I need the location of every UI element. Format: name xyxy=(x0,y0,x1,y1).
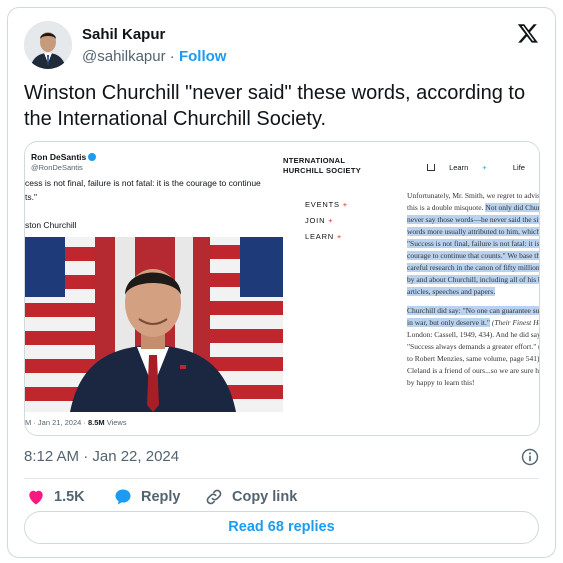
author-handle[interactable]: @sahilkapur xyxy=(82,48,166,65)
ics-text-line: careful research in the canon of fifty m… xyxy=(407,262,539,274)
ics-text-line: this is a double misquote. Not only did … xyxy=(407,202,539,214)
ics-menu-label: JOIN xyxy=(305,216,326,225)
ics-paragraph: Churchill did say: "No one can guarantee… xyxy=(407,305,540,389)
ics-text-line: articles, speeches and papers. xyxy=(407,286,539,298)
ics-text-line: words more usually attributed to him, wh… xyxy=(407,226,539,238)
quoted-attribution: ston Churchill xyxy=(25,220,77,230)
ics-text-line: Churchill did say: "No one can guarantee… xyxy=(407,305,539,317)
highlighted-text: Not only did Church xyxy=(485,203,539,212)
ics-nav-label: Learn xyxy=(449,163,469,172)
separator-dot: · xyxy=(169,48,175,65)
ics-title-line: HURCHILL SOCIETY xyxy=(283,166,361,175)
ics-text-line: courage to continue that counts." We bas… xyxy=(407,250,539,262)
ics-text-line: never say those words—he never said the … xyxy=(407,214,539,226)
quoted-author-handle: @RonDeSantis xyxy=(31,163,83,172)
plus-icon: + xyxy=(328,216,334,225)
author-name[interactable]: Sahil Kapur xyxy=(82,26,165,43)
highlighted-text: words more usually attributed to him, wh… xyxy=(407,227,539,236)
desantis-photo xyxy=(25,237,283,412)
read-replies-button[interactable]: Read 68 replies xyxy=(24,511,539,544)
ics-text-line: "Success always demands a greater effort… xyxy=(407,342,540,351)
link-icon xyxy=(206,489,222,505)
ics-menu-label: LEARN xyxy=(305,232,335,241)
highlighted-text: by and about Churchill, including all of… xyxy=(407,275,539,284)
x-logo-icon[interactable] xyxy=(517,22,539,44)
ics-text-line: "Success is not final, failure is not fa… xyxy=(407,238,539,250)
quoted-tweet-screenshot: Ron DeSantis @RonDeSantis cess is not fi… xyxy=(25,142,283,435)
quoted-tweet-date: M · Jan 21, 2024 · xyxy=(25,418,88,427)
plus-icon: + xyxy=(482,163,487,172)
ics-nav-label: Life xyxy=(512,163,525,172)
verified-badge-icon xyxy=(88,153,97,161)
follow-button[interactable]: Follow xyxy=(179,48,227,65)
plus-icon: + xyxy=(342,200,348,209)
ics-text-line: Unfortunately, Mr. Smith, we regret to a… xyxy=(407,191,540,200)
ics-text-line: in war, but only deserve it." (Their Fin… xyxy=(407,318,539,327)
author-handle-line: @sahilkapur · Follow xyxy=(82,48,226,65)
ics-menu-item: JOIN + xyxy=(305,216,333,225)
plus-icon: + xyxy=(539,163,540,172)
divider xyxy=(24,478,539,479)
quoted-tweet-meta: M · Jan 21, 2024 · 8.5M Views xyxy=(25,418,127,427)
tweet-text: Winston Churchill "never said" these wor… xyxy=(24,82,526,130)
reply-button[interactable]: Reply xyxy=(113,482,181,512)
highlighted-text: careful research in the canon of fifty m… xyxy=(407,263,539,272)
ics-text-line: by happy to learn this! xyxy=(407,378,475,387)
reply-label: Reply xyxy=(141,489,181,505)
ics-text-line: by and about Churchill, including all of… xyxy=(407,274,539,286)
like-count: 1.5K xyxy=(54,489,85,505)
ics-nav-item: Life + xyxy=(512,163,540,172)
ics-text-line: London: Cassell, 1949, 434). And he did … xyxy=(407,330,540,339)
quoted-tweet-views: 8.5M xyxy=(87,418,105,427)
heart-icon xyxy=(29,490,43,505)
ics-site-title: NTERNATIONAL HURCHILL SOCIETY xyxy=(283,156,361,176)
ics-article-body: Unfortunately, Mr. Smith, we regret to a… xyxy=(407,190,540,389)
quoted-tweet-views-label: Views xyxy=(104,418,127,427)
home-icon xyxy=(427,164,435,171)
tweet-media[interactable]: Ron DeSantis @RonDeSantis cess is not fi… xyxy=(24,141,540,436)
tweet-timestamp[interactable]: 8:12 AM · Jan 22, 2024 xyxy=(24,448,179,465)
highlighted-text: never say those words—he never said the … xyxy=(407,215,539,224)
ics-menu-item: EVENTS + xyxy=(305,200,348,209)
copy-link-button[interactable]: Copy link xyxy=(204,482,297,512)
ics-paragraph: Unfortunately, Mr. Smith, we regret to a… xyxy=(407,190,540,298)
ics-menu-label: EVENTS xyxy=(305,200,340,209)
reply-bubble-icon xyxy=(115,489,131,505)
highlighted-text: in war, but only deserve it." xyxy=(407,318,490,327)
ics-nav-item: Learn + xyxy=(449,163,499,172)
ics-nav: Learn + Life + E xyxy=(427,163,540,172)
highlighted-text: "Success is not final, failure is not fa… xyxy=(407,239,539,248)
highlighted-text: Churchill did say: "No one can guarantee… xyxy=(407,306,539,315)
quoted-text-line: ts." xyxy=(25,192,37,202)
info-icon[interactable] xyxy=(521,448,539,466)
like-button[interactable]: 1.5K xyxy=(26,482,85,512)
copy-link-label: Copy link xyxy=(232,489,298,505)
ics-text-line: to Robert Menzies, same volume, page 541… xyxy=(407,354,540,363)
tweet-card: Sahil Kapur @sahilkapur · Follow Winston… xyxy=(7,7,556,558)
quoted-text-line: cess is not final, failure is not fatal:… xyxy=(25,178,261,188)
highlighted-text: articles, speeches and papers. xyxy=(407,287,496,296)
author-avatar[interactable] xyxy=(24,21,72,69)
ics-page-screenshot: NTERNATIONAL HURCHILL SOCIETY Learn + Li… xyxy=(283,142,540,435)
quoted-author-name: Ron DeSantis xyxy=(31,152,97,162)
ics-menu-item: LEARN + xyxy=(305,232,342,241)
quoted-author-name-text: Ron DeSantis xyxy=(31,152,87,162)
ics-title-line: NTERNATIONAL xyxy=(283,156,346,165)
plus-icon: + xyxy=(336,232,343,241)
highlighted-text: courage to continue that counts." We bas… xyxy=(407,251,539,260)
ics-text-line: Cleland is a friend of ours...so we are … xyxy=(407,366,540,375)
